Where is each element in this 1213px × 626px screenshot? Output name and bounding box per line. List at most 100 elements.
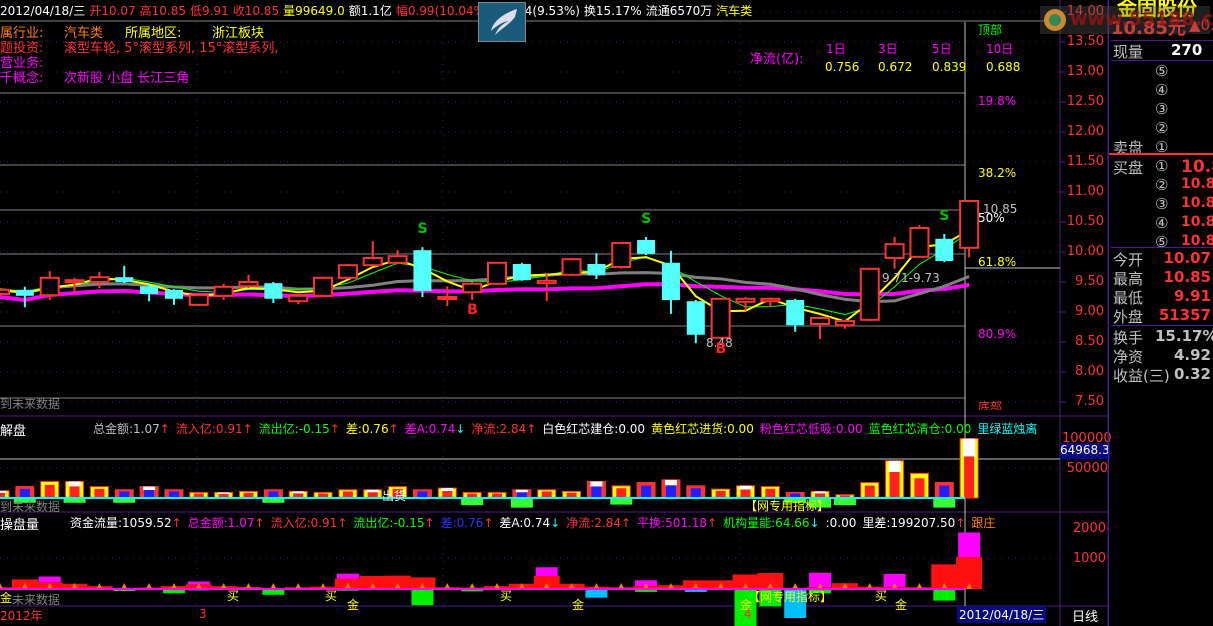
netflow-day-3: 3日	[878, 42, 898, 56]
stat-value: 4.92	[1173, 346, 1211, 364]
date-label-year: 2012年	[0, 609, 43, 623]
fund-bar-core	[94, 488, 105, 498]
fund-bar-top	[68, 481, 81, 487]
ma-fast-line	[0, 229, 970, 323]
fund-bar-core	[964, 450, 975, 498]
panel3-tick-2000: 2000	[1072, 521, 1106, 536]
vol-label: 量	[283, 4, 296, 18]
indicator-item: 跟庄	[971, 516, 995, 530]
fund-bar-core	[864, 485, 875, 498]
candle-body	[362, 257, 383, 267]
fund-bar-core	[690, 488, 701, 498]
indicator-arrow: ↑	[329, 422, 340, 436]
stat-label: 换手	[1113, 329, 1144, 347]
candle-body	[686, 301, 705, 335]
candle-body	[536, 279, 557, 285]
ask-level: ②	[1155, 119, 1169, 137]
buy-label: 买盘	[1113, 159, 1144, 177]
future-data-label: 到未来数据	[0, 397, 61, 411]
indicator-item: 里差:199207.50↑	[862, 516, 965, 530]
indicator-text: 净流:2.84	[471, 422, 527, 436]
period-daily-button[interactable]: 日线	[1072, 606, 1098, 625]
candle-body	[288, 294, 309, 303]
bid-price: 10.83	[1181, 195, 1213, 211]
flow-bar-negative	[585, 589, 608, 598]
stat-value: 51357	[1158, 306, 1211, 324]
indicator-item: 里绿蓝烛离	[977, 422, 1037, 436]
indicator-item: 粉色红芯低吸:0.00	[760, 422, 863, 436]
bid-level: ③	[1155, 195, 1169, 213]
header-date: 2012/04/18/三	[0, 4, 86, 18]
fund-bar-core	[19, 488, 30, 498]
stat-value: 15.17%	[1155, 327, 1213, 345]
panel3-title: 操盘量	[0, 518, 40, 533]
indicator-arrow: ↑	[526, 422, 537, 436]
netflow-label: 净流(亿):	[750, 52, 804, 67]
price-tick: 12.50	[1066, 94, 1104, 109]
stat-label: 最低	[1113, 289, 1144, 307]
chg-label: 幅	[395, 4, 408, 18]
indicator-arrow: ↓	[455, 422, 466, 436]
candle-body	[89, 276, 110, 284]
gold-marker: 金	[0, 591, 13, 605]
indicator-item: 差A:0.74↓	[405, 422, 466, 436]
panel2-special-label: 【网专用指标】	[745, 499, 830, 513]
ask-level: ⑤	[1155, 62, 1169, 80]
fund-bar-negative	[461, 498, 484, 506]
indicator-arrow: ↓	[809, 516, 820, 530]
indicator-item: :0.00	[826, 516, 857, 530]
candle-body	[462, 282, 483, 294]
indicator-item: 差:0.76↑	[346, 422, 399, 436]
indicator-text: 总金额:1.07	[93, 422, 160, 436]
stat-value: 10.07	[1163, 249, 1211, 267]
bird-logo-icon[interactable]	[478, 2, 526, 42]
fund-bar-top	[590, 481, 603, 487]
candle-body	[164, 289, 183, 299]
fund-bar-core	[616, 488, 627, 498]
stat-label: 外盘	[1113, 308, 1144, 326]
netflow-day-10: 10日	[986, 42, 1014, 56]
indicator-item: 流入亿:0.91↑	[271, 516, 348, 530]
candle-body	[387, 255, 408, 264]
bid-price: 10.85	[1181, 157, 1213, 177]
chart-canvas[interactable]	[0, 0, 1213, 626]
indicator-text: 机构量能:64.66	[723, 516, 810, 530]
price-tick: 10.50	[1066, 214, 1104, 229]
candle-body	[264, 283, 283, 299]
indicator-arrow: ↑	[388, 422, 399, 436]
watermark: www.55188.com	[1040, 6, 1213, 34]
indicator-arrow: ↑	[337, 516, 348, 530]
vol-value: 99649.0	[295, 4, 345, 18]
fib-61-8: 61.8%	[978, 255, 1017, 269]
stat-label: 净资	[1113, 348, 1144, 366]
price-tick: 8.50	[1075, 334, 1104, 349]
indicator-item: 流入亿:0.91↑	[176, 422, 253, 436]
stat-label: 最高	[1113, 270, 1144, 288]
indicator-text: 流入亿:0.91	[270, 516, 338, 530]
stat-label: 今开	[1113, 251, 1144, 269]
indicator-item: 差A:0.74↓	[499, 516, 560, 530]
indicator-arrow: ↑	[483, 516, 494, 530]
buy-signal: B	[715, 341, 727, 357]
candle-body	[487, 261, 507, 285]
indicator-text: 粉色红芯低吸:0.00	[759, 422, 863, 436]
netflow-value-1: 0.756	[825, 60, 860, 74]
indicator-text: 平换:501.18	[637, 516, 708, 530]
price-tick: 10.00	[1066, 244, 1104, 259]
indicator-text: 总金额:1.07	[187, 516, 255, 530]
panel2-future-label: 到未来数据	[0, 500, 61, 514]
indicator-arrow: ↑	[254, 516, 265, 530]
candle-body	[884, 243, 905, 259]
indicator-item: 平换:501.18↑	[637, 516, 717, 530]
fund-bar-core	[889, 468, 900, 498]
fund-bar-core	[665, 483, 676, 498]
candle-body	[786, 300, 805, 326]
candle-body	[561, 258, 582, 276]
indicator-item: 机构量能:64.66↓	[723, 516, 819, 530]
candle-body	[661, 262, 680, 300]
price-tick: 11.00	[1066, 184, 1104, 199]
candle-body	[188, 294, 209, 306]
indicator-item: 差:0.76↑	[441, 516, 494, 530]
gold-marker: 金	[347, 598, 360, 612]
indicator-text: 里差:199207.50	[862, 516, 956, 530]
